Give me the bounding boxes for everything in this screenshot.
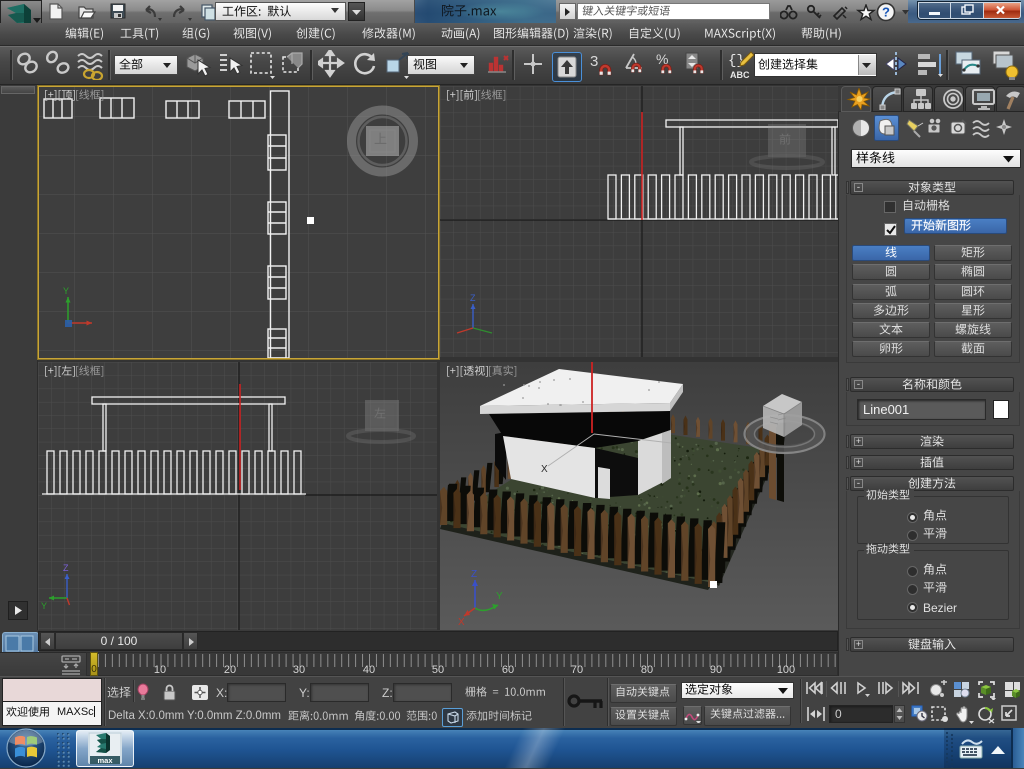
svg-text:Y: Y — [496, 591, 503, 602]
svg-text:Z: Z — [63, 563, 69, 573]
svg-text:?: ? — [882, 5, 890, 20]
svg-text:Y: Y — [41, 601, 47, 611]
svg-text:max: max — [97, 756, 113, 765]
svg-text:X: X — [458, 617, 465, 628]
svg-text:3: 3 — [590, 53, 598, 70]
svg-text:ABC: ABC — [730, 70, 750, 80]
svg-text:Z: Z — [470, 293, 476, 303]
svg-text:Z: Z — [471, 569, 477, 580]
svg-text:X: X — [541, 464, 548, 475]
svg-text:Y: Y — [63, 286, 69, 296]
